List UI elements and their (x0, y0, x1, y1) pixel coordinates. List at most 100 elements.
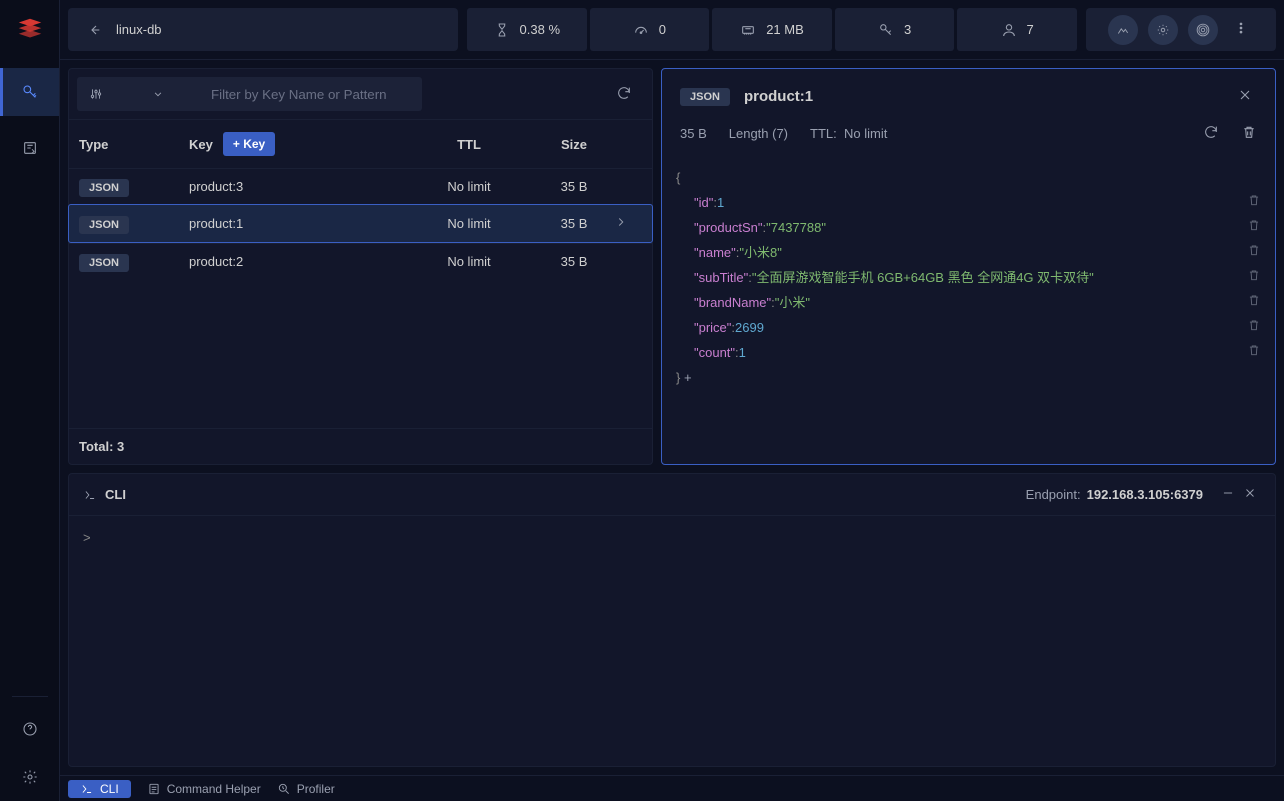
delete-field-button[interactable] (1247, 265, 1261, 290)
detail-length: Length (7) (729, 126, 788, 141)
key-name: product:3 (189, 179, 404, 194)
trash-icon (1247, 343, 1261, 357)
nav-help[interactable] (22, 705, 38, 753)
insights-button[interactable] (1108, 15, 1138, 45)
trash-icon (1247, 268, 1261, 282)
table-row[interactable]: JSON product:1 No limit 35 B (68, 204, 653, 243)
table-row[interactable]: JSON product:2 No limit 35 B (69, 243, 652, 279)
stat-memory[interactable]: 21 MB (712, 8, 832, 51)
app-logo[interactable] (0, 0, 59, 60)
cli-prompt: > (83, 530, 91, 545)
chevron-down-icon (151, 87, 165, 101)
key-ttl: No limit (404, 216, 534, 231)
pubsub-button[interactable] (1188, 15, 1218, 45)
terminal-icon (83, 488, 97, 502)
refresh-keys-button[interactable] (604, 85, 644, 104)
total-count: Total: 3 (69, 428, 652, 464)
key-icon (878, 22, 894, 38)
delete-field-button[interactable] (1247, 290, 1261, 315)
delete-field-button[interactable] (1247, 340, 1261, 365)
profiler-button[interactable]: Profiler (277, 782, 335, 796)
back-arrow-icon[interactable] (86, 22, 102, 38)
db-name: linux-db (116, 22, 162, 37)
nav-workbench[interactable] (0, 124, 59, 172)
table-header: Type Key + Key TTL Size (69, 120, 652, 168)
close-detail-button[interactable] (1233, 83, 1257, 110)
stat-keys[interactable]: 3 (835, 8, 955, 51)
json-field[interactable]: "brandName" : "小米" (676, 290, 1261, 315)
type-filter-dropdown[interactable] (77, 77, 177, 111)
json-field[interactable]: "subTitle" : "全面屏游戏智能手机 6GB+64GB 黑色 全网通4… (676, 265, 1261, 290)
header-actions (1086, 8, 1276, 51)
stat-clients[interactable]: 7 (957, 8, 1077, 51)
delete-field-button[interactable] (1247, 215, 1261, 240)
detail-ttl: No limit (844, 126, 887, 141)
more-button[interactable] (1228, 21, 1254, 38)
col-size: Size (534, 137, 614, 152)
command-helper-button[interactable]: Command Helper (147, 782, 261, 796)
nav-settings[interactable] (22, 753, 38, 801)
bottom-bar: CLI Command Helper Profiler (60, 775, 1284, 801)
header: linux-db 0.38 % 0 21 MB 3 7 (60, 0, 1284, 60)
trash-icon (1241, 124, 1257, 140)
stat-commands[interactable]: 0 (590, 8, 710, 51)
refresh-icon (616, 85, 632, 101)
trash-icon (1247, 218, 1261, 232)
user-icon (1001, 22, 1017, 38)
detail-type-badge: JSON (680, 88, 730, 106)
delete-field-button[interactable] (1247, 190, 1261, 215)
chevron-right-icon (614, 215, 628, 229)
close-icon (1243, 486, 1257, 500)
cli-panel: CLI Endpoint: 192.168.3.105:6379 > (68, 473, 1276, 767)
detail-key-name: product:1 (744, 88, 813, 105)
table-row[interactable]: JSON product:3 No limit 35 B (69, 168, 652, 204)
profiler-icon (277, 782, 291, 796)
bottom-cli-button[interactable]: CLI (68, 780, 131, 798)
refresh-icon (1203, 124, 1219, 140)
add-key-button[interactable]: + Key (223, 132, 275, 156)
json-field[interactable]: "name" : "小米8" (676, 240, 1261, 265)
json-field[interactable]: "count" : 1 (676, 340, 1261, 365)
trash-icon (1247, 293, 1261, 307)
key-size: 35 B (534, 179, 614, 194)
trash-icon (1247, 243, 1261, 257)
json-field[interactable]: "id" : 1 (676, 190, 1261, 215)
col-ttl: TTL (404, 137, 534, 152)
delete-key-button[interactable] (1241, 124, 1257, 143)
terminal-icon (80, 782, 94, 796)
keys-pane: Type Key + Key TTL Size JSON product:3 N… (68, 68, 653, 465)
key-name: product:1 (189, 216, 404, 231)
document-icon (147, 782, 161, 796)
memory-icon (740, 22, 756, 38)
cli-endpoint: 192.168.3.105:6379 (1087, 487, 1203, 502)
key-size: 35 B (534, 254, 614, 269)
minimize-cli-button[interactable] (1217, 482, 1239, 507)
detail-pane: JSON product:1 35 B Length (7) TTL: No l… (661, 68, 1276, 465)
type-badge: JSON (79, 179, 129, 197)
close-icon (1237, 87, 1253, 103)
type-badge: JSON (79, 254, 129, 272)
type-badge: JSON (79, 216, 129, 234)
sliders-icon (89, 87, 103, 101)
detail-size: 35 B (680, 126, 707, 141)
minimize-icon (1221, 486, 1235, 500)
cli-body[interactable]: > (69, 516, 1275, 766)
settings-button[interactable] (1148, 15, 1178, 45)
close-cli-button[interactable] (1239, 482, 1261, 507)
add-field-button[interactable]: + (684, 365, 692, 390)
delete-field-button[interactable] (1247, 240, 1261, 265)
key-size: 35 B (534, 216, 614, 231)
sidebar (0, 0, 60, 801)
key-name: product:2 (189, 254, 404, 269)
refresh-detail-button[interactable] (1203, 124, 1219, 143)
db-selector[interactable]: linux-db (68, 8, 458, 51)
json-brace: { (676, 165, 1261, 190)
nav-keys[interactable] (0, 68, 59, 116)
json-field[interactable]: "price" : 2699 (676, 315, 1261, 340)
key-ttl: No limit (404, 254, 534, 269)
col-type: Type (79, 137, 189, 152)
delete-field-button[interactable] (1247, 315, 1261, 340)
filter-input[interactable] (177, 77, 422, 111)
stat-cpu[interactable]: 0.38 % (467, 8, 587, 51)
json-field[interactable]: "productSn" : "7437788" (676, 215, 1261, 240)
